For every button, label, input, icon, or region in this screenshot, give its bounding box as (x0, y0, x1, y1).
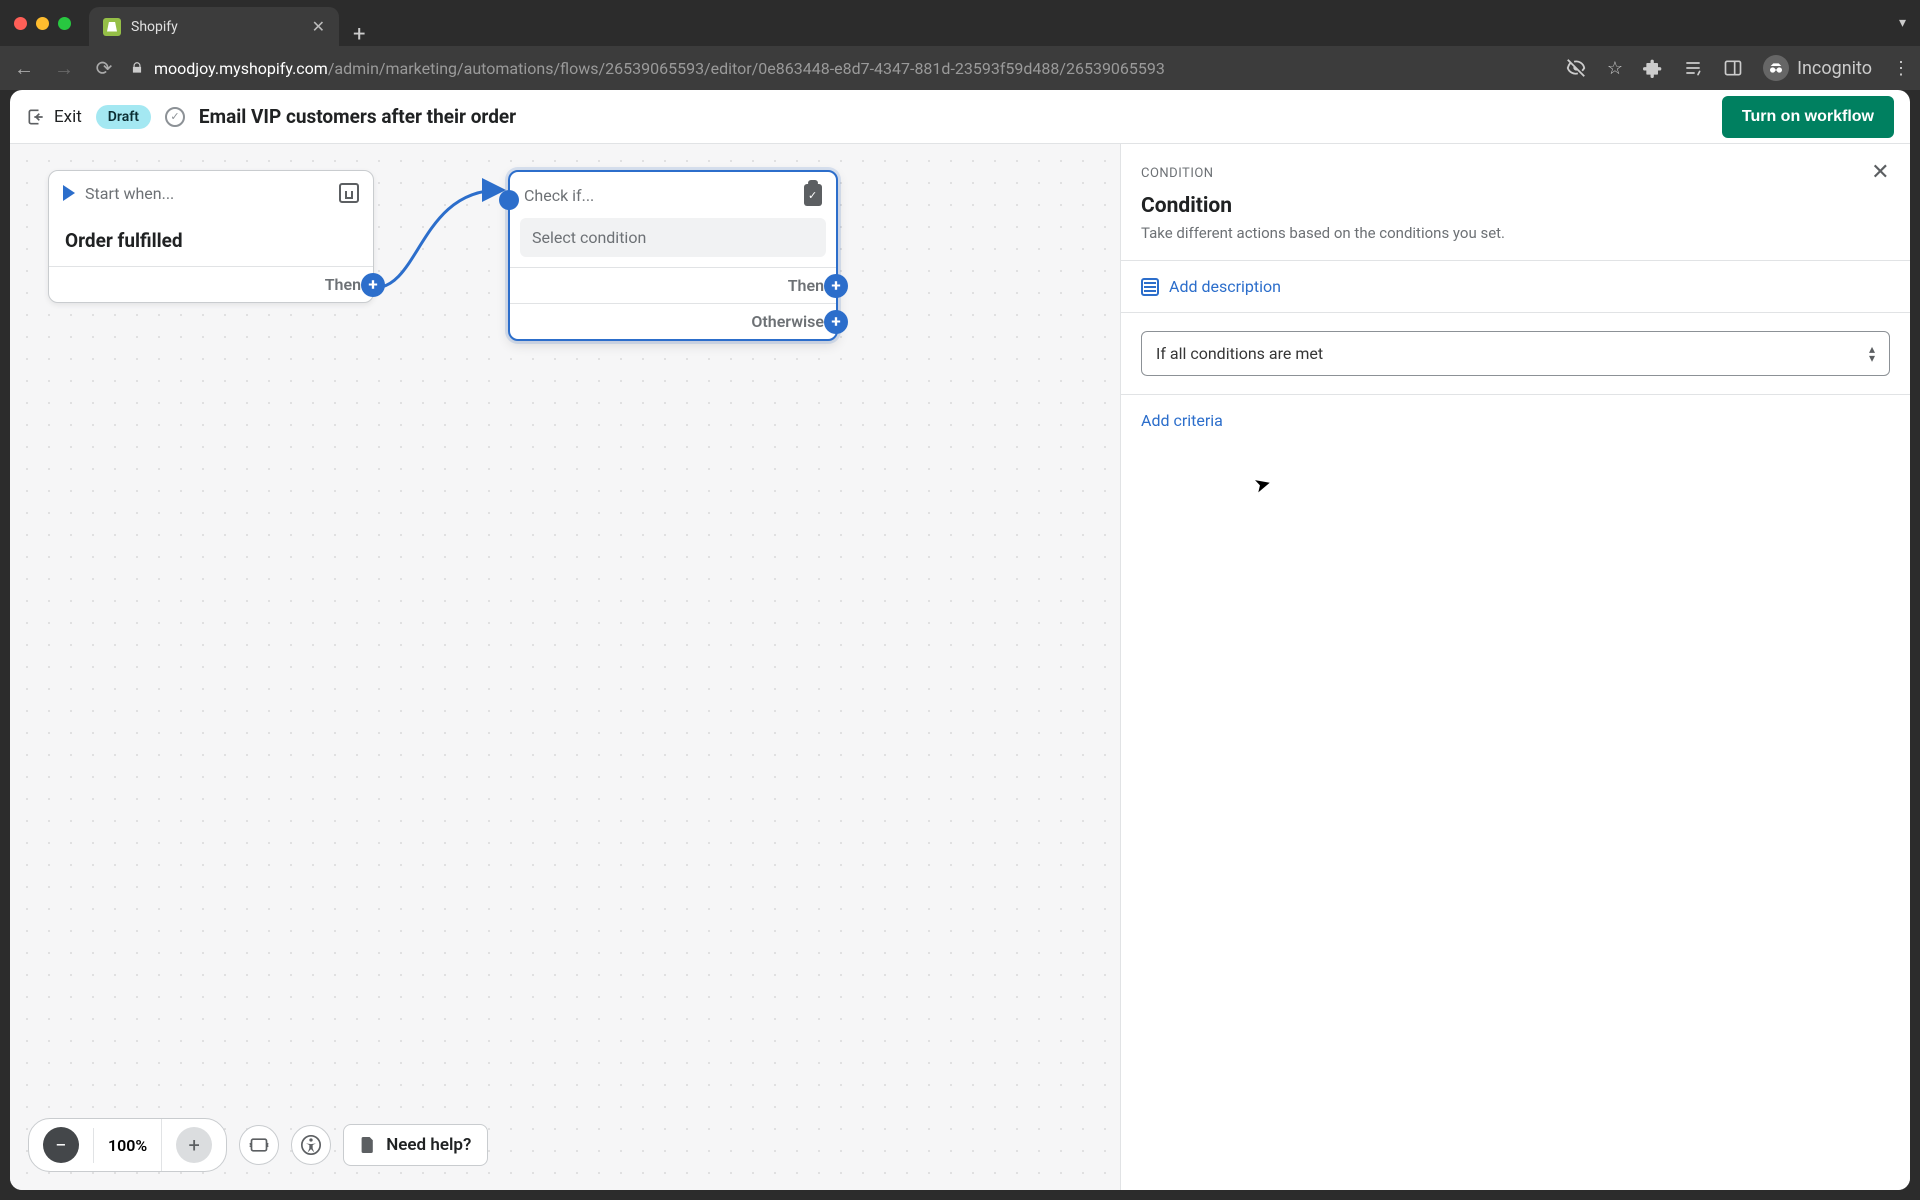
shopify-favicon-icon (103, 18, 121, 36)
condition-sidepanel: CONDITION ✕ Condition Take different act… (1120, 144, 1910, 1190)
condition-otherwise-label: Otherwise (751, 312, 824, 331)
start-node-header: Start when... (49, 171, 373, 215)
canvas-toolbar: − 100% + Need help? (28, 1118, 488, 1172)
exit-button[interactable]: Exit (26, 107, 82, 127)
panel-subtitle: Take different actions based on the cond… (1141, 224, 1890, 242)
condition-node-header: Check if... (510, 172, 836, 218)
add-description-label: Add description (1169, 277, 1281, 296)
browser-actions: ☆ Incognito ⋮ (1565, 55, 1910, 81)
turn-on-workflow-button[interactable]: Turn on workflow (1722, 96, 1894, 138)
maximize-window-icon[interactable] (58, 17, 71, 30)
zoom-in-button[interactable]: + (161, 1119, 226, 1171)
window-titlebar: Shopify ✕ + ▾ (0, 0, 1920, 46)
tab-title: Shopify (131, 19, 178, 35)
app-header: Exit Draft ✓ Email VIP customers after t… (10, 90, 1910, 144)
profile-incognito[interactable]: Incognito (1763, 55, 1872, 81)
start-node[interactable]: Start when... Order fulfilled Then + (48, 170, 374, 303)
help-label: Need help? (386, 1135, 471, 1155)
reading-list-icon[interactable] (1683, 58, 1703, 78)
minus-icon: − (43, 1127, 79, 1163)
add-criteria-button[interactable]: Add criteria (1121, 395, 1910, 446)
fit-to-screen-button[interactable] (239, 1125, 279, 1165)
toolbar-row: ← → ⟳ moodjoy.myshopify.com/admin/market… (0, 46, 1920, 90)
select-caret-icon: ▴▾ (1869, 345, 1875, 362)
condition-then-label: Then (788, 276, 824, 295)
start-then-branch: Then + (49, 266, 373, 302)
incognito-label: Incognito (1797, 58, 1872, 79)
lock-icon (130, 61, 144, 75)
check-circle-icon: ✓ (165, 107, 185, 127)
eye-off-icon[interactable] (1565, 57, 1587, 79)
start-node-title: Start when... (85, 184, 174, 203)
condition-node-title: Check if... (524, 186, 594, 205)
url-host: moodjoy.myshopify.com (154, 59, 328, 78)
condition-match-select[interactable]: If all conditions are met ▴▾ (1141, 331, 1890, 376)
play-icon (63, 185, 75, 201)
tab-strip: Shopify ✕ + (89, 0, 365, 46)
add-then-step-button[interactable]: + (824, 274, 848, 298)
app-viewport: Exit Draft ✓ Email VIP customers after t… (10, 90, 1910, 1190)
incognito-avatar-icon (1763, 55, 1789, 81)
clipboard-check-icon (804, 184, 822, 206)
browser-chrome: Shopify ✕ + ▾ ← → ⟳ moodjoy.myshopify.co… (0, 0, 1920, 1190)
flow-canvas[interactable]: Start when... Order fulfilled Then + (10, 144, 1120, 1190)
app-body: Start when... Order fulfilled Then + (10, 144, 1910, 1190)
inbox-icon (339, 183, 359, 203)
add-otherwise-step-button[interactable]: + (824, 310, 848, 334)
connector-line (360, 168, 520, 328)
zoom-controls: − 100% + (28, 1118, 227, 1172)
add-description-button[interactable]: Add description (1121, 261, 1910, 312)
start-node-body: Order fulfilled (49, 215, 373, 266)
workflow-title: Email VIP customers after their order (199, 105, 516, 128)
help-button[interactable]: Need help? (343, 1124, 488, 1166)
condition-node-body[interactable]: Select condition (520, 218, 826, 257)
exit-icon (26, 107, 46, 127)
status-badge: Draft (96, 105, 151, 129)
browser-tab[interactable]: Shopify ✕ (89, 7, 339, 46)
tab-overflow-icon[interactable]: ▾ (1899, 15, 1906, 31)
condition-otherwise-branch: Otherwise + (510, 303, 836, 339)
condition-then-branch: Then + (510, 267, 836, 303)
address-bar[interactable]: moodjoy.myshopify.com/admin/marketing/au… (130, 59, 1553, 78)
back-button[interactable]: ← (10, 56, 38, 81)
start-then-label: Then (325, 275, 361, 294)
plus-icon: + (176, 1127, 212, 1163)
accessibility-icon (301, 1135, 321, 1155)
condition-node[interactable]: Check if... Select condition Then + Othe… (508, 170, 838, 341)
fit-icon (249, 1137, 269, 1153)
input-port-icon (499, 190, 519, 210)
condition-match-value: If all conditions are met (1156, 344, 1323, 363)
add-step-button[interactable]: + (361, 273, 385, 297)
zoom-out-button[interactable]: − (29, 1119, 93, 1171)
panel-title: Condition (1141, 194, 1890, 218)
reload-button[interactable]: ⟳ (90, 56, 118, 80)
extensions-icon[interactable] (1643, 58, 1663, 78)
minimize-window-icon[interactable] (36, 17, 49, 30)
accessibility-button[interactable] (291, 1125, 331, 1165)
url-path: /admin/marketing/automations/flows/26539… (328, 59, 1165, 78)
new-tab-button[interactable]: + (353, 24, 365, 46)
document-icon (360, 1135, 376, 1155)
close-tab-icon[interactable]: ✕ (312, 17, 325, 36)
zoom-value: 100% (93, 1128, 161, 1163)
forward-button[interactable]: → (50, 56, 78, 81)
side-panel-icon[interactable] (1723, 58, 1743, 78)
close-window-icon[interactable] (14, 17, 27, 30)
panel-kicker: CONDITION (1141, 166, 1214, 181)
close-panel-button[interactable]: ✕ (1871, 162, 1890, 184)
star-icon[interactable]: ☆ (1607, 58, 1623, 79)
kebab-menu-icon[interactable]: ⋮ (1892, 58, 1910, 79)
exit-label: Exit (54, 107, 82, 127)
description-icon (1141, 278, 1159, 296)
window-controls (14, 17, 71, 30)
